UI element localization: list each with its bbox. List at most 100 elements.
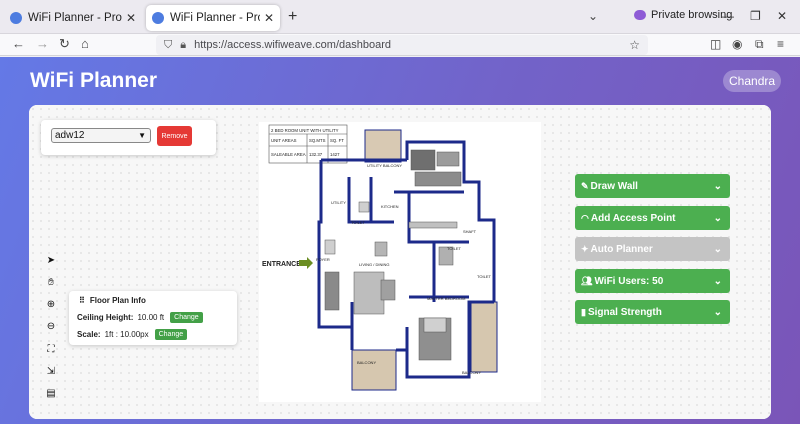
browser-tab-bar: WiFi Planner - Professional WiFi ✕ WiFi …	[0, 0, 800, 34]
shield-icon[interactable]: ⛉	[164, 39, 172, 52]
magic-icon: ✦	[581, 243, 589, 254]
change-ceiling-button[interactable]: Change	[170, 312, 203, 323]
planner-workspace: adw12 ▼ Remove ➤ ✋︎ ⊕ ⊖ ⛶ ⇲ ▤ ⠿ Floor Pl…	[29, 105, 771, 419]
chevron-down-icon: ⌄	[713, 243, 722, 255]
url-text[interactable]: https://access.wifiweave.com/dashboard	[194, 39, 391, 51]
room-labels: UTILITY BALCONY UTILITY KITCHEN TOILET T…	[316, 163, 491, 375]
close-tab-icon[interactable]: ✕	[264, 11, 274, 25]
browser-nav-bar: ← → ↻ ⌂ ⛉ 🔒︎ https://access.wifiweave.co…	[0, 34, 800, 56]
table-col-sqft: SQ. FT	[330, 138, 344, 143]
room-label: LIVING / DINING	[359, 262, 389, 267]
room-label: KITCHEN	[381, 204, 399, 209]
home-icon[interactable]: ⌂	[81, 36, 89, 51]
wifi-users-panel[interactable]: 👥︎ WiFi Users: 50 ⌄	[575, 269, 730, 293]
close-tab-icon[interactable]: ✕	[126, 11, 136, 25]
entrance-label: ENTRANCE	[262, 261, 301, 268]
draw-wall-label: Draw Wall	[590, 180, 638, 192]
hand-icon[interactable]: ✋︎	[44, 275, 58, 289]
chevron-down-icon: ▼	[138, 131, 146, 140]
lock-icon[interactable]: 🔒︎	[180, 39, 186, 52]
chevron-down-icon: ⌄	[713, 275, 722, 287]
room-label: TOILET	[351, 220, 365, 225]
signal-icon: ▮	[581, 306, 586, 317]
info-title-row: ⠿ Floor Plan Info	[79, 296, 146, 305]
site-favicon-icon	[10, 12, 22, 24]
add-access-point-label: Add Access Point	[590, 212, 676, 224]
private-browsing-label: Private browsing	[651, 9, 733, 21]
wifi-users-label: WiFi Users: 50	[594, 275, 664, 287]
reload-icon[interactable]: ↻	[59, 36, 70, 52]
bookmark-star-icon[interactable]: ☆	[629, 38, 640, 52]
back-icon[interactable]: ←	[12, 36, 25, 51]
pencil-icon: ✎	[581, 180, 589, 191]
account-icon[interactable]: ◉	[732, 37, 742, 51]
document-icon[interactable]: ▤	[44, 386, 58, 400]
list-tabs-icon[interactable]: ⌄	[588, 9, 598, 23]
fit-screen-icon[interactable]: ⛶	[44, 342, 58, 356]
signal-strength-panel[interactable]: ▮ Signal Strength ⌄	[575, 300, 730, 324]
room-label: BALCONY	[462, 370, 481, 375]
menu-icon[interactable]: ≡	[777, 37, 784, 51]
zoom-in-icon[interactable]: ⊕	[44, 297, 58, 311]
drag-handle-icon[interactable]: ⠿	[79, 296, 85, 305]
room-label: SHAFT	[463, 229, 477, 234]
pocket-icon[interactable]: ◫	[710, 37, 721, 51]
table-col-sqm: SQ.MTS	[309, 138, 326, 143]
room-label: FOYER	[316, 257, 330, 262]
export-icon[interactable]: ⇲	[44, 364, 58, 378]
tab-title: WiFi Planner - Professional WiFi	[170, 12, 260, 24]
auto-planner-label: Auto Planner	[590, 243, 653, 255]
scale-label: Scale:	[77, 330, 101, 339]
draw-wall-panel[interactable]: ✎ Draw Wall ⌄	[575, 174, 730, 198]
auto-planner-panel[interactable]: ✦ Auto Planner ⌄	[575, 237, 730, 261]
browser-tab-active[interactable]: WiFi Planner - Professional WiFi ✕	[146, 5, 280, 31]
room-label: UTILITY BALCONY	[367, 163, 402, 168]
tab-title: WiFi Planner - Professional WiFi	[28, 12, 122, 24]
pointer-icon[interactable]: ➤	[44, 253, 58, 267]
add-access-point-panel[interactable]: ◠ Add Access Point ⌄	[575, 206, 730, 230]
floor-selector-panel: adw12 ▼ Remove	[41, 120, 216, 155]
room-label: TOILET	[447, 246, 461, 251]
url-bar[interactable]: ⛉ 🔒︎ https://access.wifiweave.com/dashbo…	[156, 35, 648, 55]
chevron-down-icon: ⌄	[713, 306, 722, 318]
scale-row: Scale: 1ft : 10.00px Change	[77, 329, 188, 340]
extensions-icon[interactable]: ⧉	[755, 37, 764, 52]
floor-plan-image[interactable]: 2 BED ROOM UNIT WITH UTILITY UNIT AREAS …	[259, 122, 541, 402]
ceiling-height-row: Ceiling Height: 10.00 ft Change	[77, 312, 203, 323]
entrance-marker: ENTRANCE	[262, 257, 313, 269]
minimize-icon[interactable]: —	[722, 9, 734, 23]
site-favicon-icon	[152, 12, 164, 24]
new-tab-button[interactable]: +	[288, 8, 297, 26]
table-row-sqft: 1427	[330, 152, 340, 157]
signal-strength-label: Signal Strength	[587, 306, 662, 318]
ceiling-height-value: 10.00 ft	[137, 313, 165, 322]
floor-plan-info-panel: ⠿ Floor Plan Info Ceiling Height: 10.00 …	[69, 291, 237, 345]
app-title: WiFi Planner	[30, 69, 157, 92]
remove-floor-button[interactable]: Remove	[157, 126, 192, 146]
room-label: TOILET	[477, 274, 491, 279]
wifi-icon: ◠	[581, 212, 589, 223]
room-label: UTILITY	[331, 200, 346, 205]
table-row-label: SALEABLE AREA	[271, 152, 306, 157]
chevron-down-icon: ⌄	[713, 212, 722, 224]
plan-walls	[317, 140, 496, 379]
scale-value: 1ft : 10.00px	[104, 330, 149, 339]
users-icon: 👥︎	[581, 275, 593, 286]
private-mask-icon	[634, 10, 646, 20]
close-window-icon[interactable]: ✕	[777, 9, 787, 23]
zoom-out-icon[interactable]: ⊖	[44, 319, 58, 333]
floor-select-value: adw12	[55, 130, 85, 141]
change-scale-button[interactable]: Change	[154, 329, 188, 340]
room-label: MASTER BEDROOM	[427, 296, 465, 301]
floor-select[interactable]: adw12 ▼	[51, 128, 151, 143]
table-row-sqm: 132.37	[309, 152, 323, 157]
ceiling-height-label: Ceiling Height:	[77, 313, 134, 322]
user-chip[interactable]: Chandra	[723, 70, 782, 92]
private-browsing-indicator: Private browsing	[634, 9, 732, 21]
table-header: 2 BED ROOM UNIT WITH UTILITY	[271, 128, 339, 133]
browser-tab[interactable]: WiFi Planner - Professional WiFi ✕	[4, 5, 142, 31]
app-page: WiFi Planner Chandra adw12 ▼ Remove ➤ ✋︎…	[0, 57, 800, 424]
forward-icon[interactable]: →	[36, 36, 49, 51]
restore-icon[interactable]: ❐	[750, 9, 761, 23]
room-label: BALCONY	[357, 360, 376, 365]
